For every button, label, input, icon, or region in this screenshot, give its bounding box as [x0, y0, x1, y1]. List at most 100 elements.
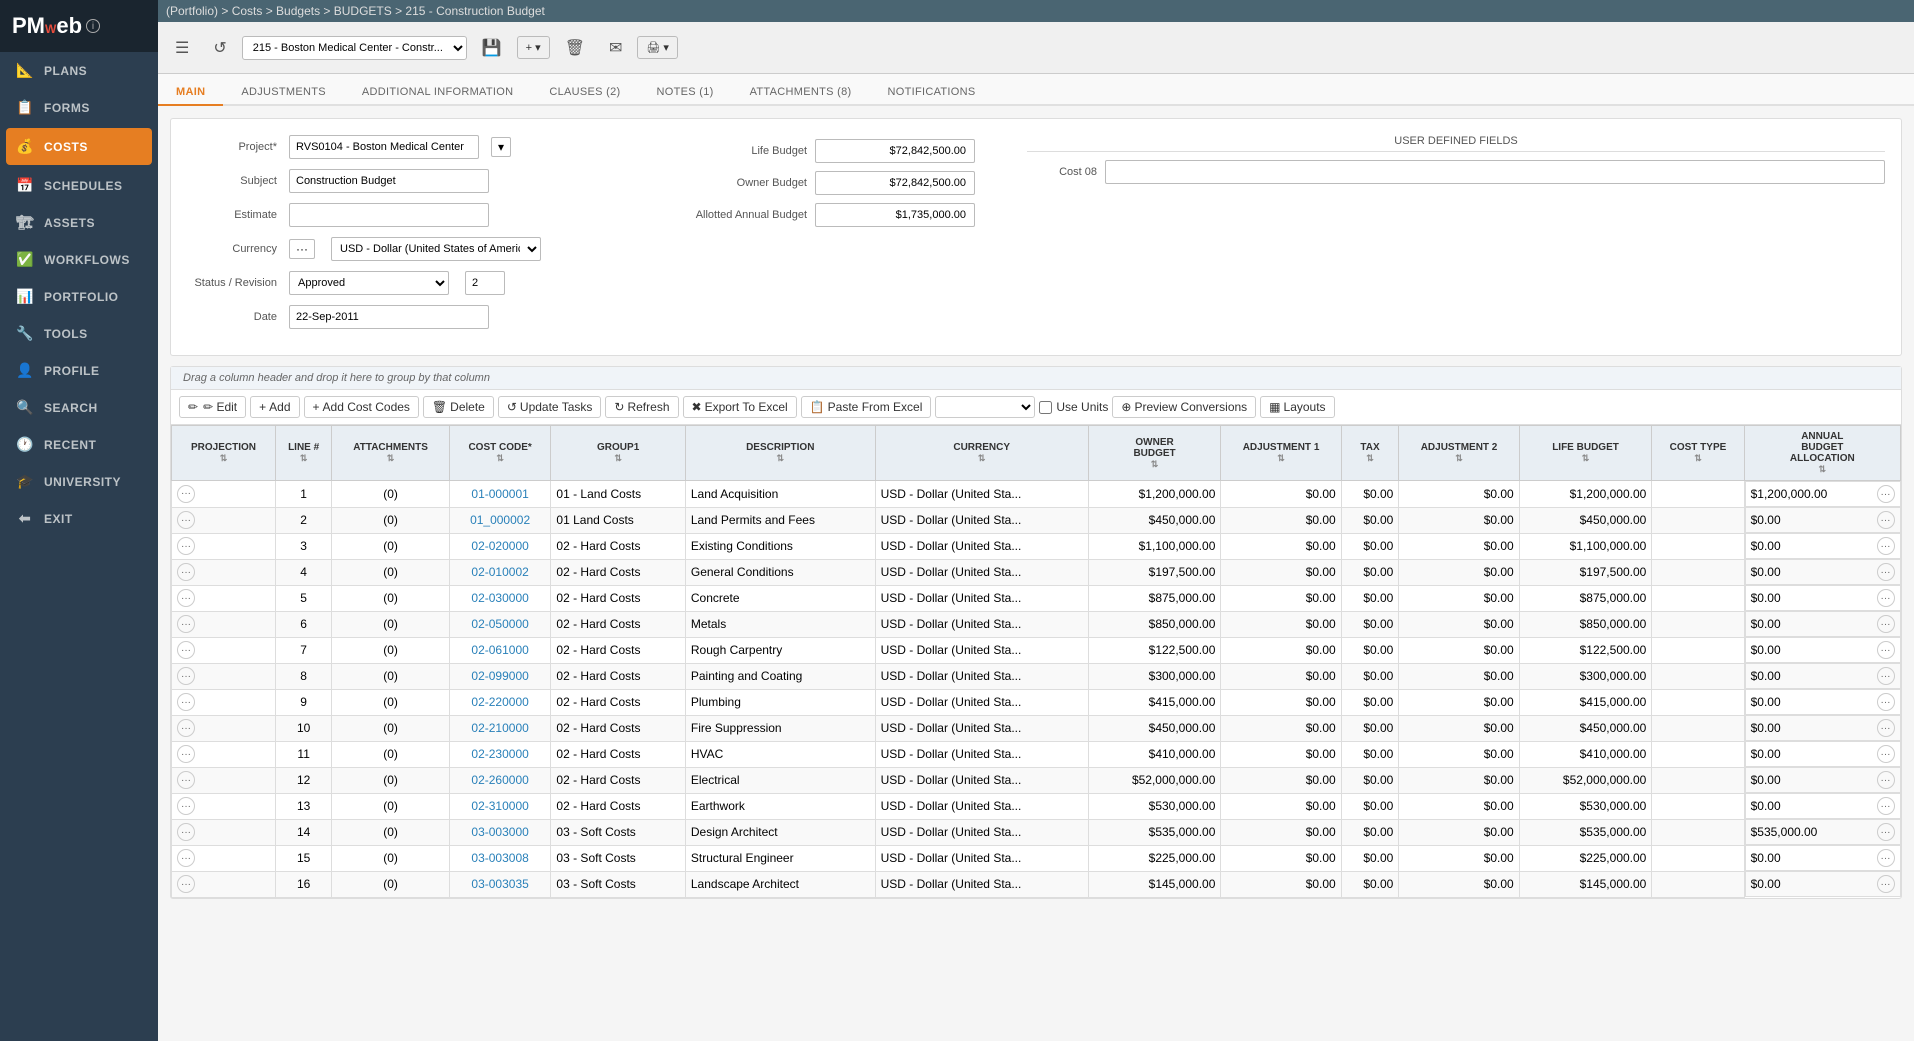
annual-menu-btn[interactable]: ···	[1877, 693, 1895, 711]
annual-menu-btn[interactable]: ···	[1877, 823, 1895, 841]
cost-code-link[interactable]: 03-003008	[471, 851, 528, 865]
sidebar-item-plans[interactable]: 📐PLANS	[0, 52, 158, 89]
tab-notifications[interactable]: NOTIFICATIONS	[869, 80, 993, 106]
sidebar-item-forms[interactable]: 📋FORMS	[0, 89, 158, 126]
annual-menu-btn[interactable]: ···	[1877, 563, 1895, 581]
sidebar-item-search[interactable]: 🔍SEARCH	[0, 389, 158, 426]
cost-code-link[interactable]: 03-003000	[471, 825, 528, 839]
save-btn[interactable]: 💾	[473, 33, 511, 63]
annual-menu-btn[interactable]: ···	[1877, 745, 1895, 763]
annual-menu-btn[interactable]: ···	[1877, 615, 1895, 633]
row-menu-btn[interactable]: ···	[177, 511, 195, 529]
table-row[interactable]: ··· 13 (0) 02-310000 02 - Hard Costs Ear…	[172, 793, 1901, 819]
table-row[interactable]: ··· 6 (0) 02-050000 02 - Hard Costs Meta…	[172, 611, 1901, 637]
sidebar-item-portfolio[interactable]: 📊PORTFOLIO	[0, 278, 158, 315]
delete-row-btn[interactable]: 🗑 Delete	[423, 396, 494, 418]
table-row[interactable]: ··· 8 (0) 02-099000 02 - Hard Costs Pain…	[172, 663, 1901, 689]
refresh-btn[interactable]: ↻ Refresh	[605, 396, 678, 418]
menu-icon-btn[interactable]: ☰	[166, 33, 198, 63]
subject-input[interactable]	[289, 169, 489, 193]
table-row[interactable]: ··· 2 (0) 01_000002 01 Land Costs Land P…	[172, 507, 1901, 533]
row-menu-btn[interactable]: ···	[177, 485, 195, 503]
add-row-btn[interactable]: + Add	[250, 396, 299, 418]
cost-code-link[interactable]: 02-061000	[471, 643, 528, 657]
sidebar-item-profile[interactable]: 👤PROFILE	[0, 352, 158, 389]
table-row[interactable]: ··· 9 (0) 02-220000 02 - Hard Costs Plum…	[172, 689, 1901, 715]
add-cost-codes-btn[interactable]: + Add Cost Codes	[304, 396, 419, 418]
table-row[interactable]: ··· 7 (0) 02-061000 02 - Hard Costs Roug…	[172, 637, 1901, 663]
sidebar-item-workflows[interactable]: ✅WORKFLOWS	[0, 241, 158, 278]
row-menu-btn[interactable]: ···	[177, 875, 195, 893]
update-tasks-btn[interactable]: ↺ Update Tasks	[498, 396, 602, 418]
allotted-input[interactable]	[815, 203, 975, 227]
cost-code-link[interactable]: 01_000002	[470, 513, 530, 527]
sidebar-item-tools[interactable]: 🔧TOOLS	[0, 315, 158, 352]
row-menu-btn[interactable]: ···	[177, 563, 195, 581]
undo-btn[interactable]: ↺	[204, 33, 235, 63]
annual-menu-btn[interactable]: ···	[1877, 667, 1895, 685]
table-row[interactable]: ··· 15 (0) 03-003008 03 - Soft Costs Str…	[172, 845, 1901, 871]
edit-btn[interactable]: ✏ ✏ Edit	[179, 396, 246, 418]
tab-attachments[interactable]: ATTACHMENTS (8)	[732, 80, 870, 106]
annual-menu-btn[interactable]: ···	[1877, 875, 1895, 893]
table-row[interactable]: ··· 11 (0) 02-230000 02 - Hard Costs HVA…	[172, 741, 1901, 767]
tab-notes[interactable]: NOTES (1)	[639, 80, 732, 106]
cost-code-link[interactable]: 02-230000	[471, 747, 528, 761]
filter-dropdown[interactable]	[935, 396, 1035, 418]
export-excel-btn[interactable]: ✖ Export To Excel	[683, 396, 797, 418]
preview-conversions-btn[interactable]: ⊕ Preview Conversions	[1112, 396, 1256, 418]
sidebar-item-costs[interactable]: 💰COSTS	[6, 128, 152, 165]
row-menu-btn[interactable]: ···	[177, 693, 195, 711]
table-row[interactable]: ··· 10 (0) 02-210000 02 - Hard Costs Fir…	[172, 715, 1901, 741]
row-menu-btn[interactable]: ···	[177, 745, 195, 763]
row-menu-btn[interactable]: ···	[177, 719, 195, 737]
life-budget-input[interactable]	[815, 139, 975, 163]
table-row[interactable]: ··· 16 (0) 03-003035 03 - Soft Costs Lan…	[172, 871, 1901, 897]
table-row[interactable]: ··· 4 (0) 02-010002 02 - Hard Costs Gene…	[172, 559, 1901, 585]
info-icon[interactable]: i	[86, 19, 100, 33]
row-menu-btn[interactable]: ···	[177, 667, 195, 685]
project-dropdown-btn[interactable]: ▾	[491, 137, 511, 157]
row-menu-btn[interactable]: ···	[177, 771, 195, 789]
currency-select[interactable]: USD - Dollar (United States of America)	[331, 237, 541, 261]
date-input[interactable]	[289, 305, 489, 329]
record-selector[interactable]: 215 - Boston Medical Center - Constr...	[242, 36, 467, 60]
annual-menu-btn[interactable]: ···	[1877, 589, 1895, 607]
row-menu-btn[interactable]: ···	[177, 615, 195, 633]
table-row[interactable]: ··· 5 (0) 02-030000 02 - Hard Costs Conc…	[172, 585, 1901, 611]
annual-menu-btn[interactable]: ···	[1877, 641, 1895, 659]
cost-code-link[interactable]: 02-010002	[471, 565, 528, 579]
project-input[interactable]	[289, 135, 479, 159]
cost08-input[interactable]	[1105, 160, 1885, 184]
cost-code-link[interactable]: 02-310000	[471, 799, 528, 813]
table-row[interactable]: ··· 14 (0) 03-003000 03 - Soft Costs Des…	[172, 819, 1901, 845]
annual-menu-btn[interactable]: ···	[1877, 797, 1895, 815]
sidebar-item-exit[interactable]: ⬅EXIT	[0, 500, 158, 537]
owner-budget-input[interactable]	[815, 171, 975, 195]
cost-code-link[interactable]: 03-003035	[471, 877, 528, 891]
cost-code-link[interactable]: 02-220000	[471, 695, 528, 709]
sidebar-item-recent[interactable]: 🕐RECENT	[0, 426, 158, 463]
revision-input[interactable]	[465, 271, 505, 295]
annual-menu-btn[interactable]: ···	[1877, 537, 1895, 555]
estimate-input[interactable]	[289, 203, 489, 227]
row-menu-btn[interactable]: ···	[177, 589, 195, 607]
annual-menu-btn[interactable]: ···	[1877, 849, 1895, 867]
cost-code-link[interactable]: 02-020000	[471, 539, 528, 553]
cost-code-link[interactable]: 02-050000	[471, 617, 528, 631]
tab-main[interactable]: MAIN	[158, 80, 223, 106]
cost-code-link[interactable]: 02-210000	[471, 721, 528, 735]
email-btn[interactable]: ✉	[600, 33, 631, 63]
sidebar-item-university[interactable]: 🎓UNIVERSITY	[0, 463, 158, 500]
row-menu-btn[interactable]: ···	[177, 797, 195, 815]
tab-additional[interactable]: ADDITIONAL INFORMATION	[344, 80, 531, 106]
annual-menu-btn[interactable]: ···	[1877, 771, 1895, 789]
cost-code-link[interactable]: 02-030000	[471, 591, 528, 605]
tab-adjustments[interactable]: ADJUSTMENTS	[223, 80, 344, 106]
status-select[interactable]: Approved	[289, 271, 449, 295]
row-menu-btn[interactable]: ···	[177, 823, 195, 841]
sidebar-item-assets[interactable]: 🏗ASSETS	[0, 204, 158, 241]
row-menu-btn[interactable]: ···	[177, 849, 195, 867]
sidebar-item-schedules[interactable]: 📅SCHEDULES	[0, 167, 158, 204]
row-menu-btn[interactable]: ···	[177, 537, 195, 555]
